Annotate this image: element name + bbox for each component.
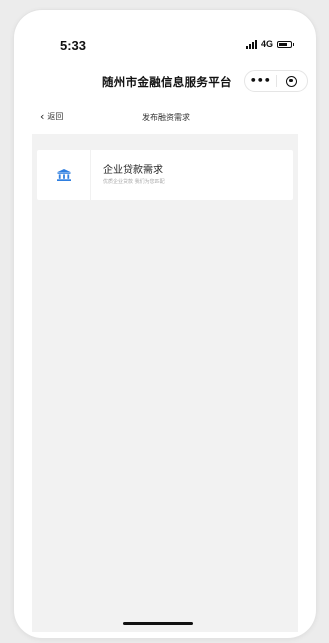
miniprogram-capsule: ••• [244,70,308,92]
status-indicators: 4G [245,39,294,49]
content-area: 企业贷款需求 优质企业贷款 我们为您匹配 [32,134,298,632]
card-subtitle: 优质企业贷款 我们为您匹配 [103,179,165,185]
phone-frame: 5:33 4G 随州市金融信息服务平台 ••• ‹ 返回 发布融资需求 企业贷款… [14,10,316,638]
home-indicator[interactable] [123,622,193,625]
battery-icon [277,40,294,48]
close-button[interactable] [277,75,308,87]
bank-icon [56,169,71,181]
card-title: 企业贷款需求 [103,165,163,176]
nav-bar: ‹ 返回 发布融资需求 [14,102,316,134]
target-icon [286,75,298,87]
more-button[interactable]: ••• [245,71,276,91]
app-header: 随州市金融信息服务平台 ••• [14,66,316,100]
card-icon-cell [37,150,91,200]
network-type: 4G [260,39,273,49]
loan-demand-card[interactable]: 企业贷款需求 优质企业贷款 我们为您匹配 [37,150,293,200]
signal-icon [245,39,257,49]
app-title: 随州市金融信息服务平台 [102,75,232,89]
status-time: 5:33 [60,38,87,53]
page-title: 发布融资需求 [142,113,190,122]
status-bar: 5:33 4G [14,10,316,66]
